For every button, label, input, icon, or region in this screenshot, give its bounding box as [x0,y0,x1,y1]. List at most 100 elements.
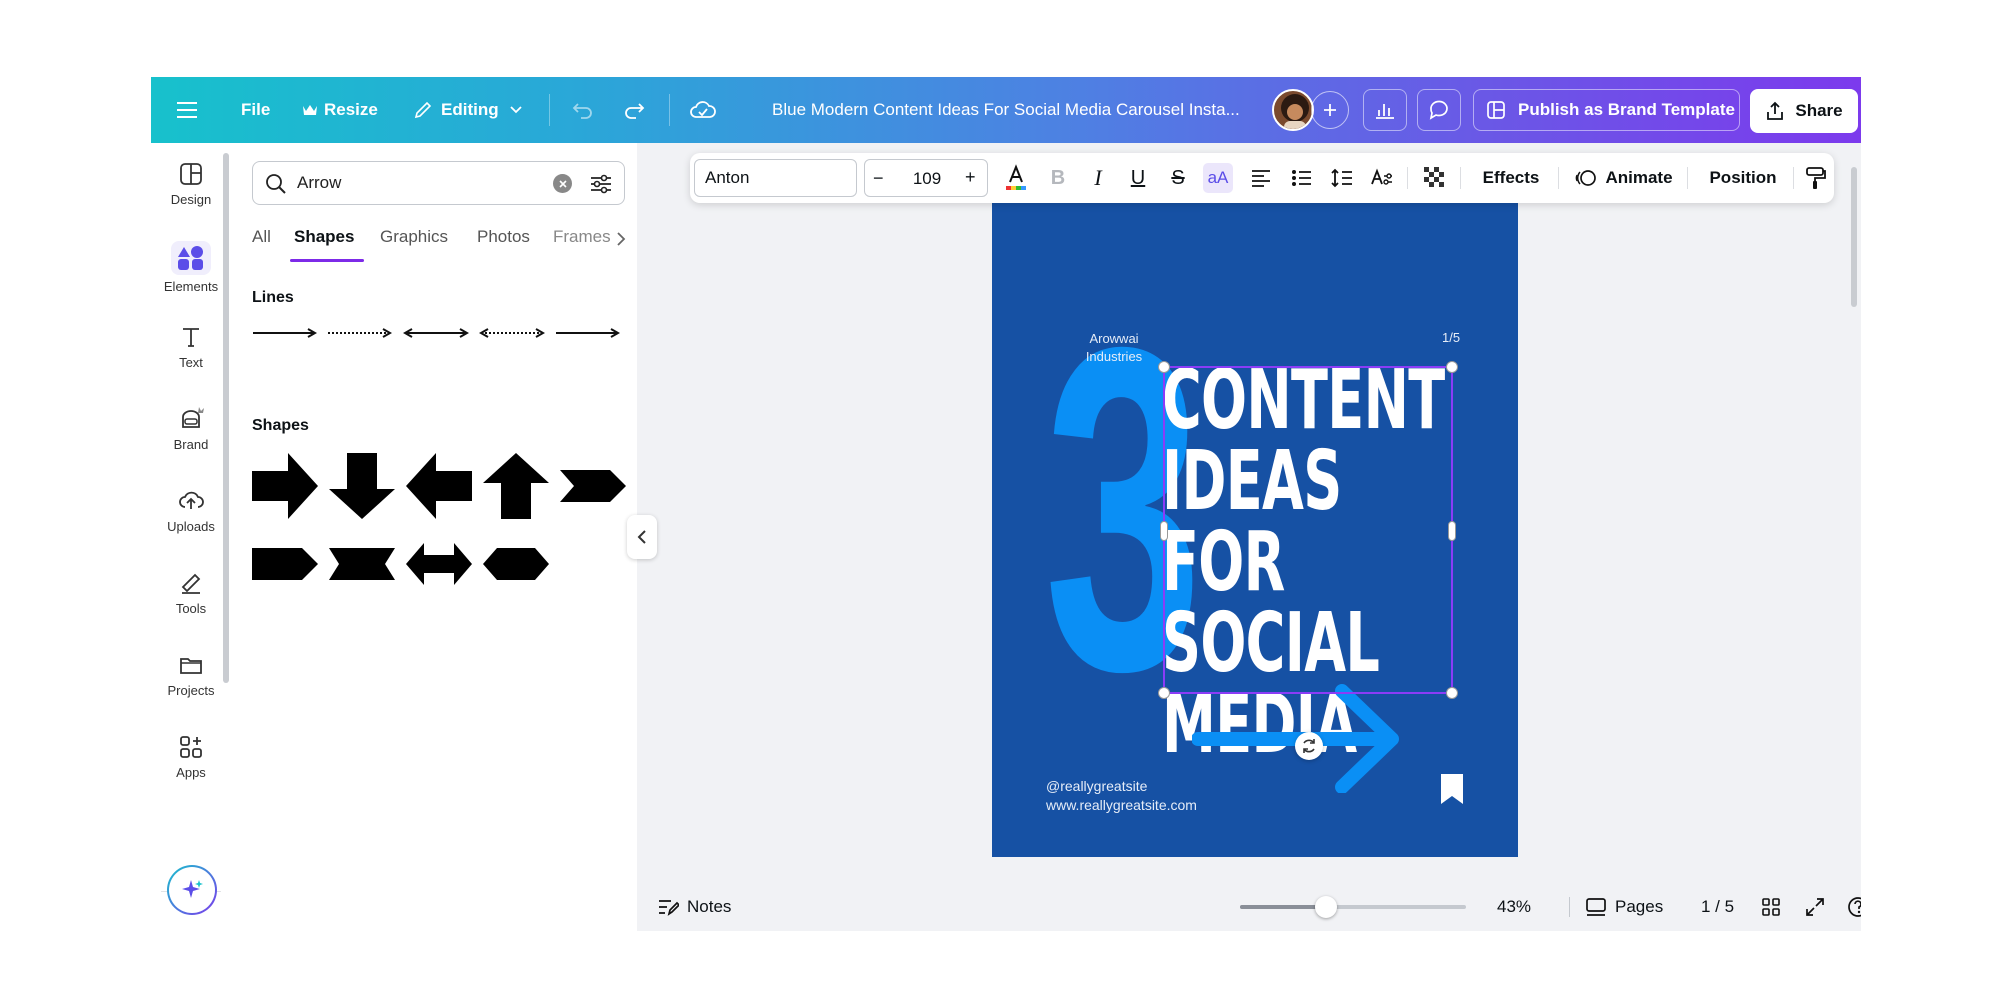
shape-arrow-left[interactable] [406,453,472,519]
bullet-list-icon[interactable] [1284,153,1320,203]
text-settings-icon[interactable] [1364,153,1400,203]
line-arrow-dotted[interactable] [327,323,393,343]
effects-button[interactable]: Effects [1470,153,1552,203]
redo-icon[interactable] [622,77,646,143]
rotate-handle[interactable] [1295,732,1323,760]
resize-button[interactable]: Resize [302,77,378,143]
fullscreen-icon[interactable] [1805,882,1825,931]
tab-frames[interactable]: Frames [553,227,611,247]
text-icon [183,328,199,347]
rotate-icon [1303,739,1315,753]
notes-button[interactable]: Notes [657,882,731,931]
line-double-arrow-dotted[interactable] [479,323,545,343]
rail-label: Projects [167,683,215,698]
rail-item-uploads[interactable]: Uploads [151,487,231,559]
help-icon[interactable] [1847,882,1861,931]
copy-style-icon[interactable] [1800,153,1830,203]
resize-handle[interactable] [1448,521,1456,541]
collapse-panel-button[interactable] [627,515,657,559]
shape-hexagon-wide[interactable] [483,531,549,597]
crown-icon [303,105,317,115]
line-double-arrow-solid[interactable] [403,323,469,343]
comments-button[interactable] [1417,89,1461,131]
font-size-control: − 109 + [864,159,988,197]
top-bar: File Resize Editing Blue Modern Content … [151,77,1861,143]
file-menu[interactable]: File [241,77,270,143]
rail-item-apps[interactable]: Apps [151,733,231,805]
rail-item-tools[interactable]: Tools [151,569,231,641]
shape-arrow-right[interactable] [252,453,318,519]
tab-all[interactable]: All [252,227,271,247]
rail-item-projects[interactable]: Projects [151,651,231,723]
shape-notched-banner[interactable] [329,531,395,597]
line-spacing-icon[interactable] [1324,153,1360,203]
underline-button[interactable]: U [1120,153,1156,203]
add-collaborator-button[interactable] [1311,91,1349,129]
menu-icon[interactable] [177,77,199,143]
insights-button[interactable] [1363,89,1407,131]
zoom-slider[interactable] [1240,896,1466,918]
rail-label: Brand [173,437,209,452]
resize-handle[interactable] [1158,687,1170,699]
rail-item-design[interactable]: Design [151,160,231,232]
font-size-value[interactable]: 109 [907,169,947,189]
rail-item-elements[interactable]: Elements [151,241,231,313]
search-icon [266,174,286,194]
zoom-slider-thumb[interactable] [1314,896,1337,918]
font-family-dropdown[interactable]: Anton [694,159,857,197]
brand-name-text[interactable]: Arowwai Industries [1064,330,1164,366]
magic-ai-button[interactable] [167,865,217,915]
shape-arrow-up[interactable] [483,453,549,519]
increase-font-size-button[interactable]: + [965,167,976,188]
shape-pentagon-arrow[interactable] [252,531,318,597]
slide-counter-text[interactable]: 1/5 [1442,330,1460,345]
italic-button[interactable]: I [1080,153,1116,203]
tab-shapes[interactable]: Shapes [294,227,354,247]
text-selection-frame[interactable] [1158,361,1458,699]
rail-item-brand[interactable]: Brand [151,405,231,477]
transparency-icon[interactable] [1417,153,1453,203]
publish-brand-template-button[interactable]: Publish as Brand Template [1473,89,1740,131]
editing-mode-dropdown[interactable]: Editing [413,77,523,143]
bookmark-icon[interactable] [1441,774,1463,804]
pages-button[interactable]: Pages [1585,882,1663,931]
avatar[interactable] [1272,89,1314,131]
line-arrow-solid[interactable] [252,323,318,343]
align-left-icon[interactable] [1243,153,1279,203]
bold-button[interactable]: B [1040,153,1076,203]
scrollbar[interactable] [1851,167,1857,307]
website-text[interactable]: www.reallygreatsite.com [1046,797,1197,813]
line-arrow-thin[interactable] [555,323,621,343]
filter-icon[interactable] [589,173,613,195]
document-title[interactable]: Blue Modern Content Ideas For Social Med… [772,77,1240,143]
page-indicator[interactable]: 1 / 5 [1701,882,1734,931]
resize-handle[interactable] [1160,521,1168,541]
elements-icon [178,246,203,270]
resize-handle[interactable] [1446,361,1458,373]
chevron-right-icon[interactable] [615,231,627,247]
cloud-saved-icon[interactable] [689,77,717,143]
rail-item-text[interactable]: Text [151,323,231,395]
shape-arrow-down[interactable] [329,453,395,519]
text-color-button[interactable] [998,153,1034,203]
letter-case-button[interactable]: aA [1200,153,1236,203]
search-input[interactable] [297,172,547,194]
position-button[interactable]: Position [1698,153,1788,203]
social-handle-text[interactable]: @reallygreatsite [1046,778,1147,794]
tab-graphics[interactable]: Graphics [380,227,448,247]
shape-chevron[interactable] [560,453,626,519]
resize-handle[interactable] [1446,687,1458,699]
zoom-percentage[interactable]: 43% [1497,882,1531,931]
decrease-font-size-button[interactable]: − [873,168,884,189]
resize-handle[interactable] [1158,361,1170,373]
share-button[interactable]: Share [1750,89,1858,133]
strikethrough-button[interactable]: S [1160,153,1196,203]
scrollbar[interactable] [223,153,229,683]
clear-search-icon[interactable] [553,174,572,193]
tab-photos[interactable]: Photos [477,227,530,247]
shape-double-arrow[interactable] [406,531,472,597]
grid-view-icon[interactable] [1761,882,1781,931]
template-icon [1487,101,1505,119]
undo-icon[interactable] [571,77,595,143]
animate-button[interactable]: Animate [1568,153,1680,203]
